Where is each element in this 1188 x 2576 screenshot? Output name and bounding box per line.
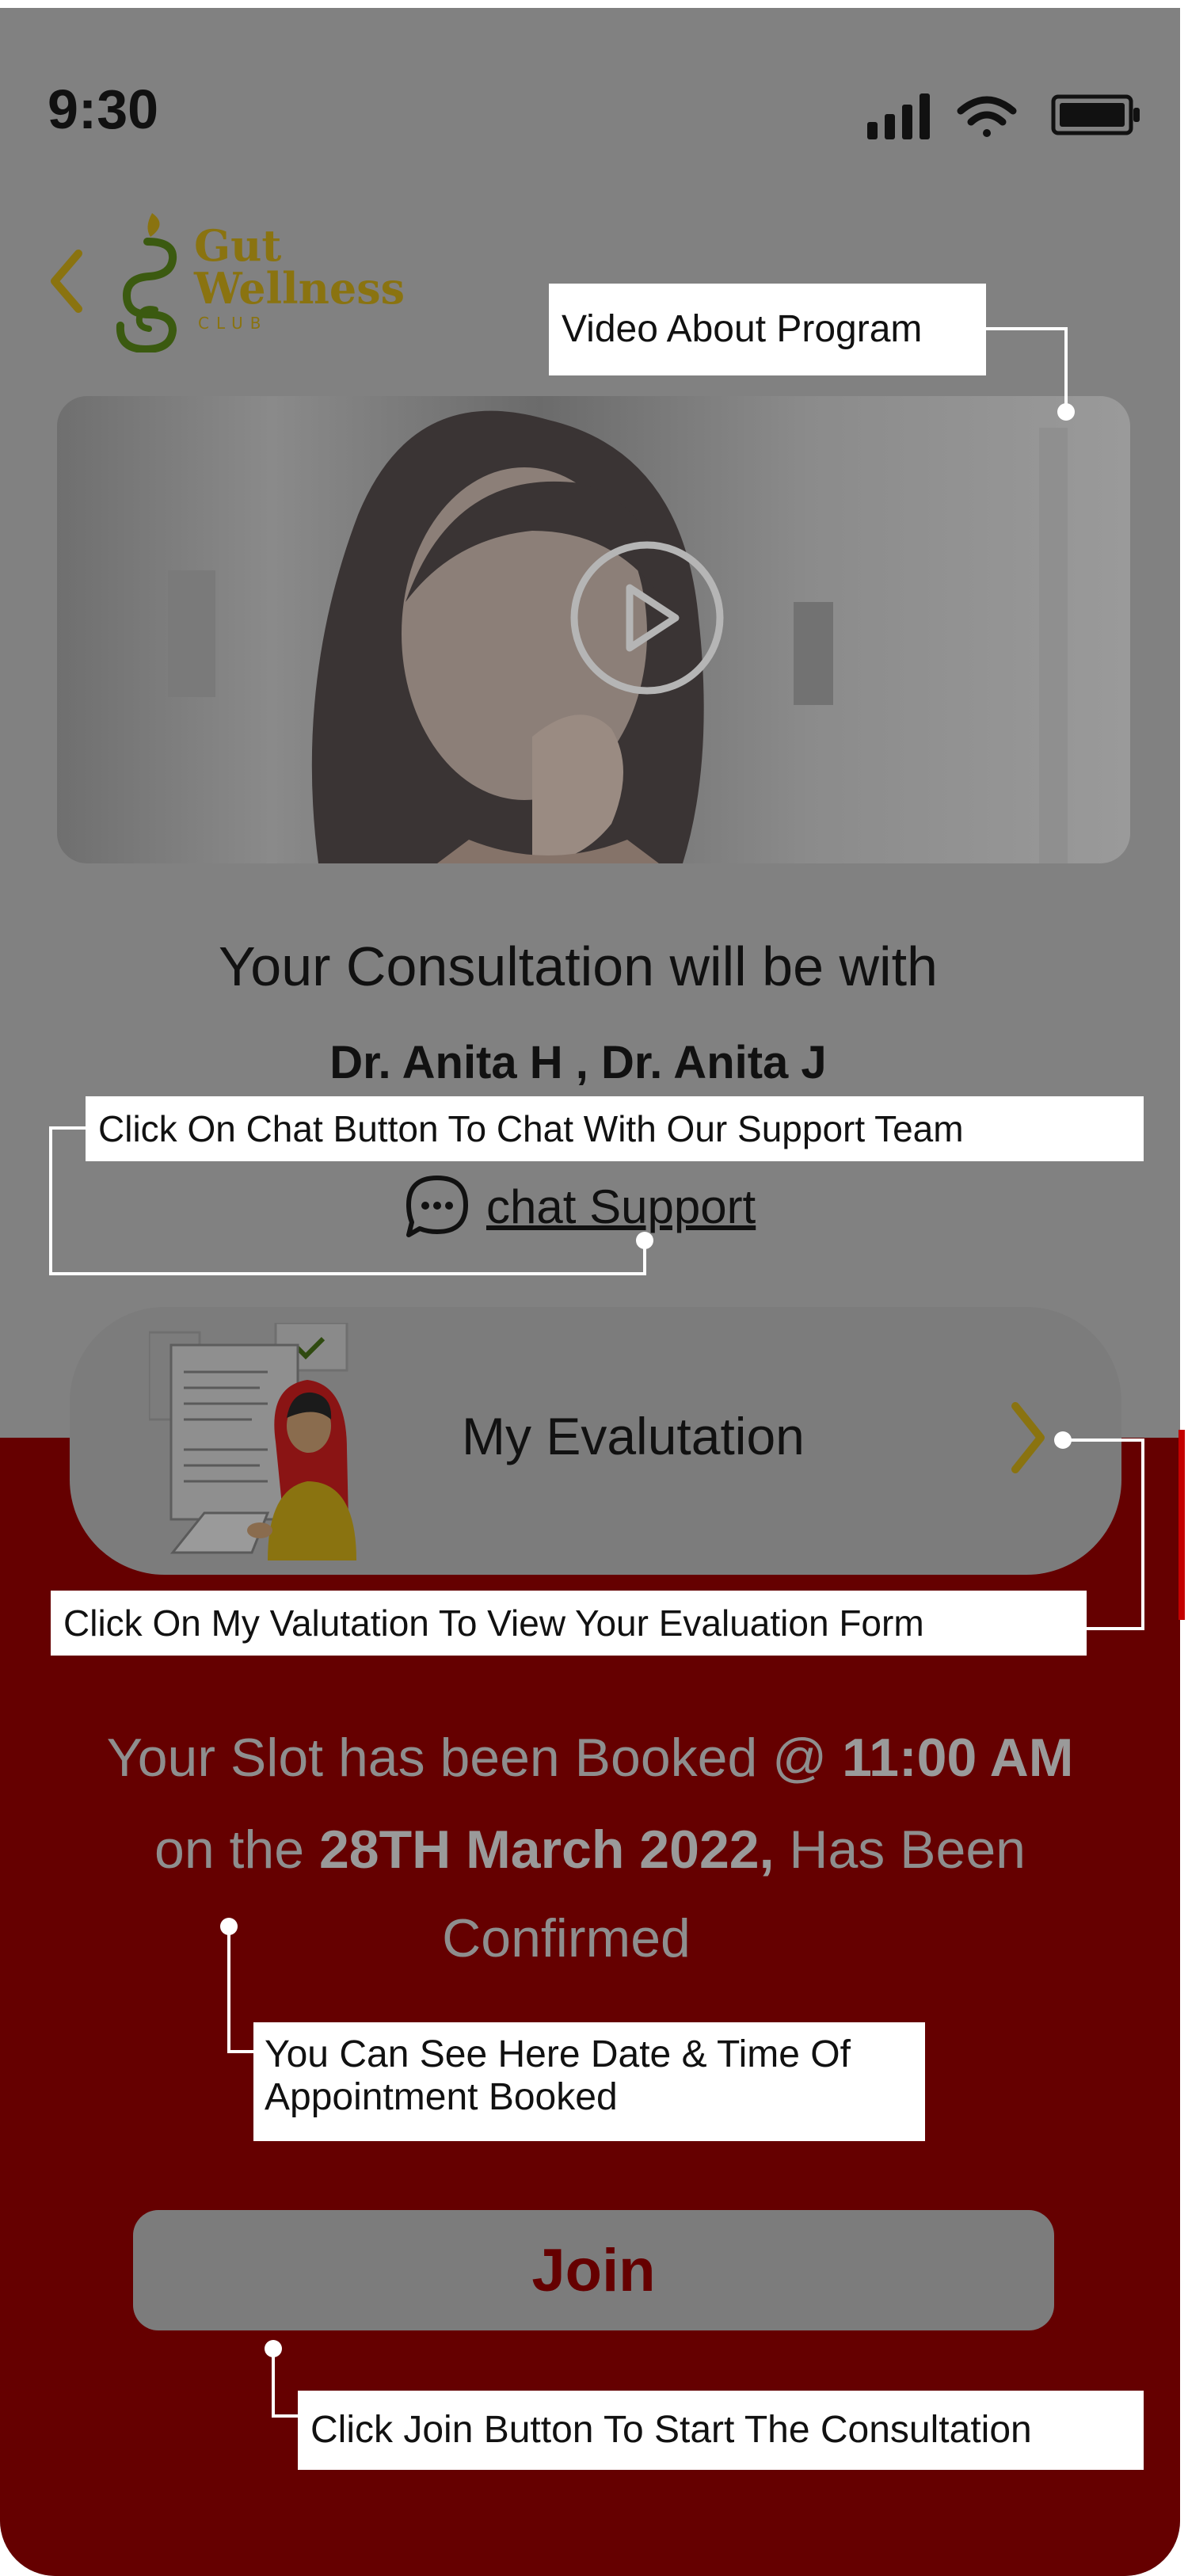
- annotation-lines: [49, 327, 1144, 2418]
- annotation-join: Click Join Button To Start The Consultat…: [298, 2391, 1144, 2470]
- annotation-evaluation: Click On My Valutation To View Your Eval…: [51, 1591, 1087, 1656]
- annotation-video: Video About Program: [549, 284, 986, 375]
- annotation-datetime: You Can See Here Date & Time Of Appointm…: [253, 2022, 925, 2141]
- annotation-chat: Click On Chat Button To Chat With Our Su…: [86, 1096, 1144, 1161]
